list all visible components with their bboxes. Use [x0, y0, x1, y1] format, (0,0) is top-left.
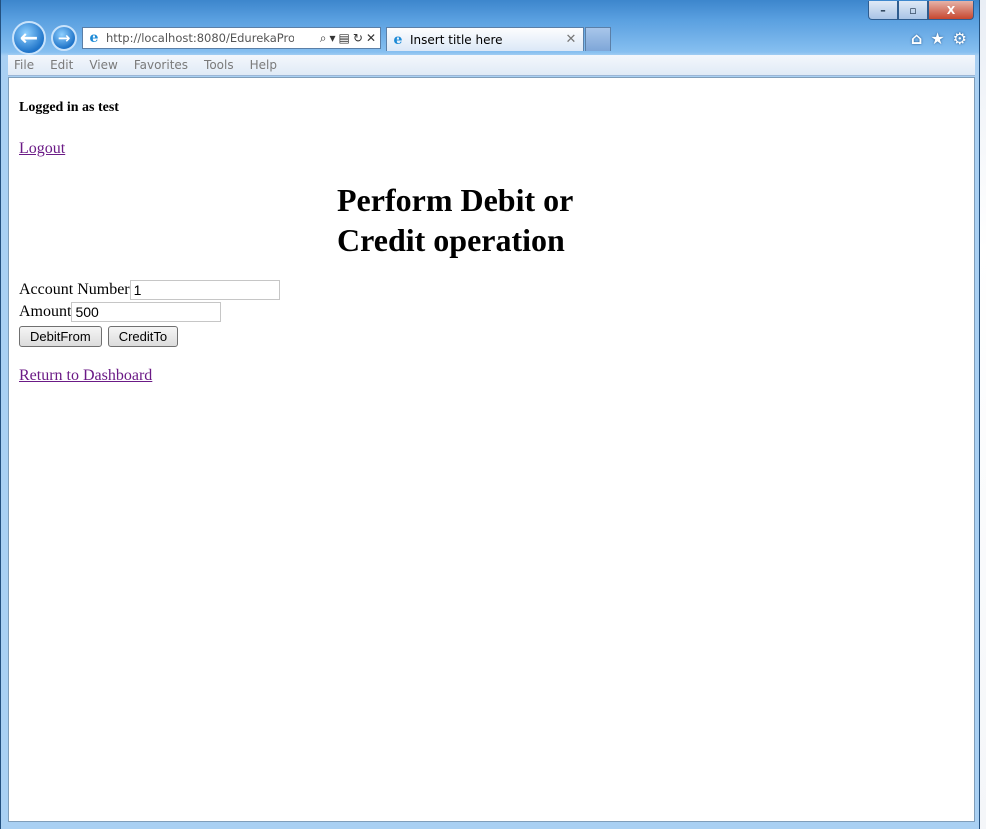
new-tab-button[interactable] [585, 27, 611, 51]
caption-buttons: – ▫ X [868, 1, 974, 20]
address-tools: ⌕ ▾ ▤ ↻ ✕ [320, 31, 380, 46]
ie-logo-icon: e [89, 30, 99, 46]
menu-item-tools[interactable]: Tools [204, 58, 234, 72]
page-viewport: Logged in as test Logout Perform Debit o… [8, 77, 975, 822]
stop-icon[interactable]: ✕ [366, 31, 376, 46]
logout-link[interactable]: Logout [19, 140, 65, 158]
menu-bar: File Edit View Favorites Tools Help [8, 55, 975, 76]
home-icon[interactable]: ⌂ [911, 29, 922, 48]
tab-ie-icon: e [393, 31, 403, 48]
credit-to-button[interactable]: CreditTo [107, 326, 179, 347]
back-button[interactable]: ← [12, 21, 46, 55]
debit-from-button[interactable]: DebitFrom [19, 326, 102, 347]
menu-item-help[interactable]: Help [250, 58, 277, 72]
star-icon[interactable]: ★ [930, 29, 944, 48]
amount-label: Amount [19, 303, 72, 320]
menu-item-edit[interactable]: Edit [50, 58, 73, 72]
amount-input[interactable] [71, 302, 222, 322]
tab-close-icon[interactable]: ✕ [563, 32, 579, 47]
arrow-right-icon: → [57, 29, 71, 47]
account-number-input[interactable] [129, 280, 280, 300]
menu-item-favorites[interactable]: Favorites [134, 58, 188, 72]
browser-window: – ▫ X ← → e http://localhost:8080/Edurek… [0, 0, 980, 829]
dropdown-icon[interactable]: ▾ [330, 31, 336, 46]
tab-active[interactable]: e Insert title here ✕ [386, 27, 584, 51]
close-button[interactable]: X [928, 1, 974, 20]
menu-item-view[interactable]: View [89, 58, 117, 72]
return-to-dashboard-link[interactable]: Return to Dashboard [19, 367, 152, 385]
forward-button[interactable]: → [51, 25, 77, 51]
action-buttons: DebitFrom CreditTo [19, 326, 179, 347]
arrow-left-icon: ← [19, 25, 39, 51]
amount-row: Amount [19, 302, 222, 322]
address-bar[interactable]: e http://localhost:8080/EdurekaProjec ⌕ … [82, 27, 381, 49]
search-icon[interactable]: ⌕ [320, 31, 327, 46]
menu-item-file[interactable]: File [14, 58, 34, 72]
logged-in-text: Logged in as test [19, 100, 119, 115]
account-row: Account Number [19, 280, 280, 300]
address-url[interactable]: http://localhost:8080/EdurekaProjec [106, 31, 294, 45]
tab-title: Insert title here [410, 32, 503, 47]
page-title: Perform Debit or Credit operation [337, 182, 573, 258]
command-icons: ⌂ ★ ⚙ [911, 29, 967, 48]
account-number-label: Account Number [19, 281, 130, 298]
maximize-button[interactable]: ▫ [898, 1, 928, 20]
compatibility-icon[interactable]: ▤ [339, 31, 350, 46]
minimize-button[interactable]: – [868, 1, 898, 20]
gear-icon[interactable]: ⚙ [953, 29, 967, 48]
refresh-icon[interactable]: ↻ [353, 31, 363, 46]
